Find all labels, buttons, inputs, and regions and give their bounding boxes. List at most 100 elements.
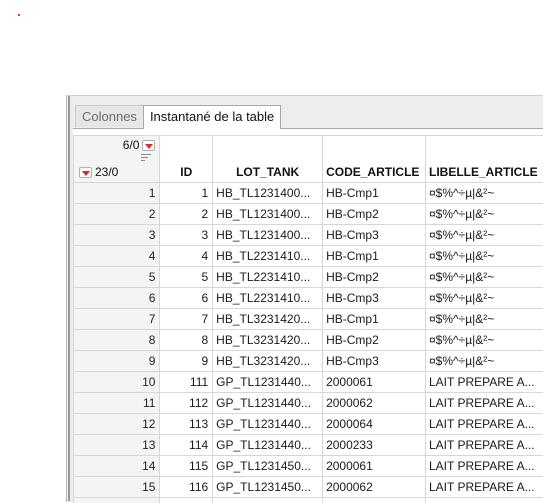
row-number[interactable]: 4 <box>74 246 160 267</box>
table-row[interactable]: 12113GP_TL1231440...2000064LAIT PREPARE … <box>74 414 543 435</box>
table-row[interactable]: 77HB_TL3231420...HB-Cmp1¤$%^÷µ|&²~ <box>74 309 543 330</box>
cell-lot-tank[interactable]: HB_TL2231410... <box>213 267 323 288</box>
cell-id[interactable]: 111 <box>160 372 213 393</box>
cell-libelle-article[interactable]: ¤$%^÷µ|&²~ <box>426 309 543 330</box>
sort-icon[interactable] <box>141 154 151 164</box>
row-number[interactable]: 2 <box>74 204 160 225</box>
cell-lot-tank[interactable]: GP_TL1231440... <box>213 372 323 393</box>
cell-code-article[interactable]: 2000061 <box>323 456 426 477</box>
cell-lot-tank[interactable]: GP_TL1231440... <box>213 414 323 435</box>
cell-libelle-article[interactable]: LAIT PREPARE A... <box>426 393 543 414</box>
cell-libelle-article[interactable]: ¤$%^÷µ|&²~ <box>426 183 543 204</box>
table-row[interactable]: 44HB_TL2231410...HB-Cmp1¤$%^÷µ|&²~ <box>74 246 543 267</box>
cell-lot-tank[interactable]: HB_TL1231400... <box>213 225 323 246</box>
cell-lot-tank[interactable]: GP_TL1231450... <box>213 456 323 477</box>
cell-id[interactable]: 4 <box>160 246 213 267</box>
cell-code-article[interactable]: 2000062 <box>323 393 426 414</box>
row-number[interactable]: 3 <box>74 225 160 246</box>
cell-libelle-article[interactable]: LAIT PREPARE A... <box>426 477 543 498</box>
cell-lot-tank[interactable]: HB_TL2231410... <box>213 246 323 267</box>
cell-lot-tank[interactable]: HB_TL3231420... <box>213 309 323 330</box>
cell-code-article[interactable]: GP-Cmp1 <box>323 498 426 503</box>
table-row[interactable]: 55HB_TL2231410...HB-Cmp2¤$%^÷µ|&²~ <box>74 267 543 288</box>
row-number[interactable]: 8 <box>74 330 160 351</box>
cell-code-article[interactable]: HB-Cmp1 <box>323 309 426 330</box>
cell-lot-tank[interactable]: HB_TL3231420... <box>213 330 323 351</box>
cell-code-article[interactable]: 2000062 <box>323 477 426 498</box>
cell-id[interactable]: 112 <box>160 393 213 414</box>
row-number[interactable]: 12 <box>74 414 160 435</box>
row-number[interactable]: 13 <box>74 435 160 456</box>
cell-lot-tank[interactable]: GP_TL1231460... <box>213 498 323 503</box>
cell-id[interactable]: 7 <box>160 309 213 330</box>
cell-code-article[interactable]: HB-Cmp3 <box>323 225 426 246</box>
table-row[interactable]: 99HB_TL3231420...HB-Cmp3¤$%^÷µ|&²~ <box>74 351 543 372</box>
row-number[interactable]: 9 <box>74 351 160 372</box>
cell-code-article[interactable]: HB-Cmp2 <box>323 204 426 225</box>
cell-id[interactable]: 114 <box>160 435 213 456</box>
cell-lot-tank[interactable]: GP_TL1231440... <box>213 435 323 456</box>
cell-libelle-article[interactable]: ¤$%^÷µ|&²~ <box>426 498 543 503</box>
column-header-libelle-article[interactable]: LIBELLE_ARTICLE <box>426 136 543 183</box>
cell-code-article[interactable]: HB-Cmp3 <box>323 351 426 372</box>
cell-id[interactable]: 8 <box>160 330 213 351</box>
cell-id[interactable]: 2 <box>160 204 213 225</box>
column-header-id[interactable]: ID <box>160 136 213 183</box>
cell-code-article[interactable]: 2000064 <box>323 414 426 435</box>
cell-code-article[interactable]: HB-Cmp3 <box>323 288 426 309</box>
row-number[interactable]: 5 <box>74 267 160 288</box>
cell-id[interactable]: 115 <box>160 456 213 477</box>
cell-libelle-article[interactable]: LAIT PREPARE A... <box>426 435 543 456</box>
tab-instantane-table[interactable]: Instantané de la table <box>143 105 281 129</box>
cell-libelle-article[interactable]: LAIT PREPARE A... <box>426 372 543 393</box>
cell-code-article[interactable]: HB-Cmp1 <box>323 246 426 267</box>
cell-libelle-article[interactable]: ¤$%^÷µ|&²~ <box>426 267 543 288</box>
cell-lot-tank[interactable]: GP_TL1231450... <box>213 477 323 498</box>
row-dropdown-icon[interactable] <box>79 167 92 178</box>
table-row[interactable]: 33HB_TL1231400...HB-Cmp3¤$%^÷µ|&²~ <box>74 225 543 246</box>
row-number[interactable]: 6 <box>74 288 160 309</box>
table-row[interactable]: 11112GP_TL1231440...2000062LAIT PREPARE … <box>74 393 543 414</box>
cell-code-article[interactable]: HB-Cmp1 <box>323 183 426 204</box>
cell-libelle-article[interactable]: ¤$%^÷µ|&²~ <box>426 330 543 351</box>
table-row[interactable]: 11HB_TL1231400...HB-Cmp1¤$%^÷µ|&²~ <box>74 183 543 204</box>
cell-id[interactable]: 1 <box>160 183 213 204</box>
cell-libelle-article[interactable]: ¤$%^÷µ|&²~ <box>426 351 543 372</box>
cell-id[interactable]: 9 <box>160 351 213 372</box>
row-number[interactable]: 7 <box>74 309 160 330</box>
cell-lot-tank[interactable]: HB_TL2231410... <box>213 288 323 309</box>
cell-libelle-article[interactable]: ¤$%^÷µ|&²~ <box>426 204 543 225</box>
cell-lot-tank[interactable]: HB_TL1231400... <box>213 183 323 204</box>
table-row[interactable]: 16117GP_TL1231460...GP-Cmp1¤$%^÷µ|&²~ <box>74 498 543 503</box>
tab-colonnes[interactable]: Colonnes <box>75 105 144 127</box>
cell-code-article[interactable]: HB-Cmp2 <box>323 330 426 351</box>
row-number[interactable]: 14 <box>74 456 160 477</box>
column-header-code-article[interactable]: CODE_ARTICLE <box>323 136 426 183</box>
cell-id[interactable]: 6 <box>160 288 213 309</box>
column-header-lot-tank[interactable]: LOT_TANK <box>213 136 323 183</box>
cell-libelle-article[interactable]: ¤$%^÷µ|&²~ <box>426 246 543 267</box>
row-number[interactable]: 1 <box>74 183 160 204</box>
cell-code-article[interactable]: 2000233 <box>323 435 426 456</box>
table-row[interactable]: 66HB_TL2231410...HB-Cmp3¤$%^÷µ|&²~ <box>74 288 543 309</box>
cell-lot-tank[interactable]: HB_TL3231420... <box>213 351 323 372</box>
table-row[interactable]: 10111GP_TL1231440...2000061LAIT PREPARE … <box>74 372 543 393</box>
table-row[interactable]: 13114GP_TL1231440...2000233LAIT PREPARE … <box>74 435 543 456</box>
row-number[interactable]: 16 <box>74 498 160 503</box>
table-row[interactable]: 88HB_TL3231420...HB-Cmp2¤$%^÷µ|&²~ <box>74 330 543 351</box>
table-row[interactable]: 15116GP_TL1231450...2000062LAIT PREPARE … <box>74 477 543 498</box>
cell-id[interactable]: 113 <box>160 414 213 435</box>
row-number[interactable]: 15 <box>74 477 160 498</box>
column-dropdown-icon[interactable] <box>142 140 155 151</box>
row-number[interactable]: 11 <box>74 393 160 414</box>
cell-lot-tank[interactable]: GP_TL1231440... <box>213 393 323 414</box>
cell-libelle-article[interactable]: LAIT PREPARE A... <box>426 456 543 477</box>
cell-libelle-article[interactable]: ¤$%^÷µ|&²~ <box>426 225 543 246</box>
cell-code-article[interactable]: 2000061 <box>323 372 426 393</box>
table-row[interactable]: 22HB_TL1231400...HB-Cmp2¤$%^÷µ|&²~ <box>74 204 543 225</box>
cell-id[interactable]: 116 <box>160 477 213 498</box>
cell-code-article[interactable]: HB-Cmp2 <box>323 267 426 288</box>
table-row[interactable]: 14115GP_TL1231450...2000061LAIT PREPARE … <box>74 456 543 477</box>
cell-libelle-article[interactable]: LAIT PREPARE A... <box>426 414 543 435</box>
cell-id[interactable]: 3 <box>160 225 213 246</box>
